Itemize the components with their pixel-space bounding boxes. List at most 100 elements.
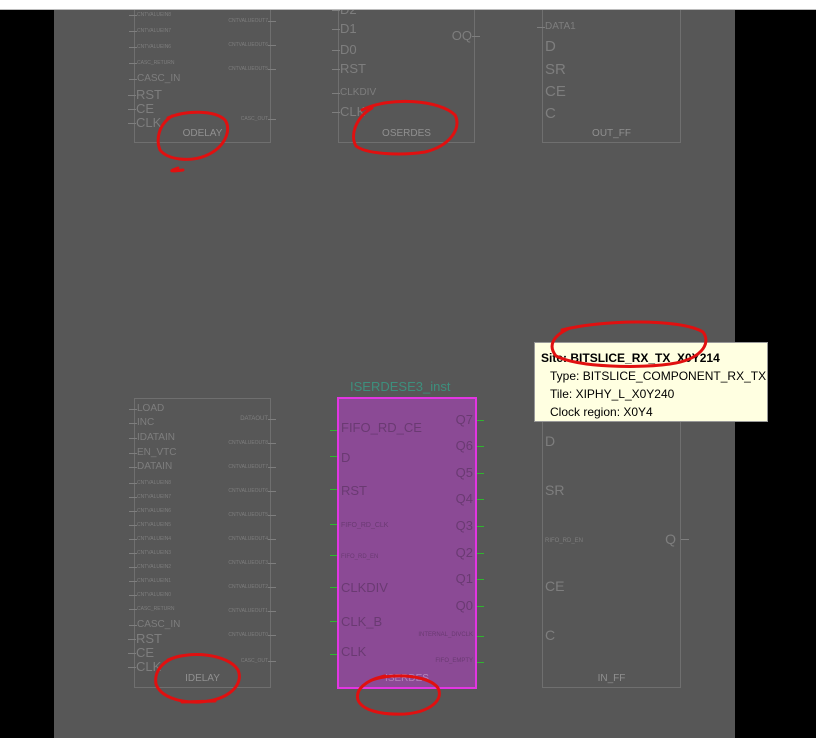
site-tooltip: Site: BITSLICE_RX_TX_X0Y214 Type: BITSLI… (534, 342, 768, 422)
pin-clkdiv[interactable]: CLKDIV (331, 87, 376, 99)
pin-fifo-empty[interactable]: FIFO_EMPTY (435, 657, 473, 665)
pin-rst[interactable]: RST (341, 484, 367, 498)
pin-q3[interactable]: Q3 (456, 519, 473, 533)
pin-ce[interactable]: CE (127, 102, 154, 116)
pin-cntvaluein8[interactable]: CNTVALUEIN8 (128, 479, 171, 487)
pin-rst[interactable]: RST (128, 88, 162, 102)
pin-clk-b[interactable]: CLK_B (341, 615, 382, 629)
pin-rifo-rd-en[interactable]: RIFO_RD_EN (545, 537, 583, 545)
pin-rst[interactable]: RST (128, 632, 162, 646)
tooltip-type-value: BITSLICE_COMPONENT_RX_TX (582, 369, 767, 383)
cell-name-label: ODELAY (182, 128, 223, 139)
pin-cntvalueout7[interactable]: CNTVALUEOUT7 (228, 463, 276, 471)
pin-q4[interactable]: Q4 (456, 492, 473, 506)
pin-d[interactable]: D (341, 451, 350, 465)
pin-d[interactable]: D (545, 39, 556, 54)
pin-sr[interactable]: SR (545, 62, 566, 77)
pin-fifo-rd-clk[interactable]: FIFO_RD_CLK (341, 522, 388, 530)
pin-en-vtc[interactable]: EN_VTC (128, 447, 176, 459)
pin-internal-divclk[interactable]: INTERNAL_DIVCLK (418, 631, 473, 639)
pin-cntvalueout6[interactable]: CNTVALUEOUT6 (228, 41, 276, 49)
pin-q7[interactable]: Q7 (456, 413, 473, 427)
pin-d1[interactable]: D1 (332, 22, 357, 36)
pin-cntvalueout7[interactable]: CNTVALUEOUT7 (228, 17, 276, 25)
pin-dataout[interactable]: DATAOUT (240, 415, 276, 423)
pin-cntvaluein3[interactable]: CNTVALUEIN3 (128, 549, 171, 557)
pin-ce[interactable]: CE (545, 84, 566, 99)
idelay-cell[interactable]: LOAD INC IDATAIN EN_VTC DATAIN CNTVALUEI… (127, 398, 277, 688)
iserdes-cell-selected[interactable]: FIFO_RD_CE D RST FIFO_RD_CLK FIFO_RD_EN … (337, 397, 477, 689)
out-ff-cell[interactable]: DATA1 D SR CE C OUT_FF (537, 10, 681, 143)
pin-rst[interactable]: RST (332, 62, 366, 76)
pin-cntvaluein7[interactable]: CNTVALUEIN7 (128, 27, 171, 35)
pin-clk[interactable]: CLK (341, 645, 366, 659)
pin-cntvalueout2[interactable]: CNTVALUEOUT2 (228, 583, 276, 591)
tooltip-tile-label: Tile: (550, 387, 573, 401)
pin-clk[interactable]: CLK (331, 105, 365, 119)
pin-cntvalueout0[interactable]: CNTVALUEOUT0 (228, 631, 276, 639)
pin-q6[interactable]: Q6 (456, 439, 473, 453)
pin-q2[interactable]: Q2 (456, 546, 473, 560)
pin-cntvalueout3[interactable]: CNTVALUEOUT3 (228, 559, 276, 567)
pin-cntvaluein8[interactable]: CNTVALUEIN8 (128, 11, 171, 19)
cell-name-label: OSERDES (382, 128, 431, 139)
cell-name-label: IDELAY (185, 673, 220, 684)
pin-q0[interactable]: Q0 (456, 599, 473, 613)
pin-datain[interactable]: DATAIN (128, 461, 172, 473)
pin-load[interactable]: LOAD (128, 403, 164, 415)
tooltip-tile-value: XIPHY_L_X0Y240 (575, 387, 675, 401)
pin-casc-out[interactable]: CASC_OUT (241, 115, 277, 123)
pin-casc-return[interactable]: CASC_RETURN (129, 605, 175, 613)
pin-cntvalueout5[interactable]: CNTVALUEOUT5 (228, 65, 276, 73)
tooltip-type-line: Type: BITSLICE_COMPONENT_RX_TX (541, 367, 767, 385)
cell-name-label: IN_FF (597, 673, 626, 684)
pin-clk[interactable]: CLK (127, 660, 161, 674)
pin-cntvaluein1[interactable]: CNTVALUEIN1 (128, 577, 171, 585)
pin-cntvalueout1[interactable]: CNTVALUEOUT1 (228, 607, 276, 615)
pin-idatain[interactable]: IDATAIN (129, 432, 175, 444)
pin-cntvalueout8[interactable]: CNTVALUEOUT8 (228, 439, 276, 447)
tooltip-clock-line: Clock region: X0Y4 (541, 403, 767, 421)
tooltip-site-line: Site: BITSLICE_RX_TX_X0Y214 (541, 349, 767, 367)
pin-cntvaluein4[interactable]: CNTVALUEIN4 (128, 535, 171, 543)
pin-cntvaluein6[interactable]: CNTVALUEIN6 (128, 507, 171, 515)
pin-cntvaluein5[interactable]: CNTVALUEIN5 (128, 521, 171, 529)
pin-cntvaluein0[interactable]: CNTVALUEIN0 (128, 591, 171, 599)
pin-clkdiv[interactable]: CLKDIV (341, 581, 388, 595)
pin-data1[interactable]: DATA1 (537, 21, 576, 33)
odelay-cell[interactable]: CNTVALUEIN8 CNTVALUEIN7 CNTVALUEIN6 CASC… (127, 10, 277, 143)
pin-d0[interactable]: D0 (332, 43, 357, 57)
cell-name-label: OUT_FF (592, 128, 631, 139)
pin-casc-return[interactable]: CASC_RETURN (129, 59, 175, 67)
pin-sr[interactable]: SR (545, 483, 564, 497)
pin-ce[interactable]: CE (545, 579, 564, 593)
pin-inc[interactable]: INC (128, 417, 154, 429)
pin-cntvaluein7[interactable]: CNTVALUEIN7 (128, 493, 171, 501)
pin-q5[interactable]: Q5 (456, 466, 473, 480)
pin-d[interactable]: D (545, 434, 555, 448)
pin-q[interactable]: Q (665, 532, 676, 546)
oserdes-cell[interactable]: D2 D1 D0 RST CLKDIV CLK OQ OSERDES (331, 10, 481, 143)
pin-c[interactable]: C (545, 628, 555, 642)
pin-fifo-rd-en[interactable]: FIFO_RD_EN (341, 553, 378, 561)
tooltip-site-label: Site: (541, 351, 568, 365)
in-ff-cell[interactable]: D SR RIFO_RD_EN CE C Q IN_FF (542, 398, 681, 688)
pin-cntvalueout4[interactable]: CNTVALUEOUT4 (228, 535, 276, 543)
pin-d2[interactable]: D2 (332, 10, 357, 17)
pin-ce[interactable]: CE (127, 646, 154, 660)
pin-casc-out[interactable]: CASC_OUT (241, 657, 277, 665)
pin-casc-in[interactable]: CASC_IN (128, 73, 180, 85)
tooltip-site-value: BITSLICE_RX_TX_X0Y214 (570, 351, 720, 365)
pin-cntvalueout6[interactable]: CNTVALUEOUT6 (228, 487, 276, 495)
tooltip-type-label: Type: (550, 369, 580, 383)
window-top-strip (0, 0, 816, 10)
pin-c[interactable]: C (545, 106, 556, 121)
pin-q1[interactable]: Q1 (456, 572, 473, 586)
pin-oq[interactable]: OQ (452, 29, 481, 43)
tooltip-tile-line: Tile: XIPHY_L_X0Y240 (541, 385, 767, 403)
pin-cntvaluein6[interactable]: CNTVALUEIN6 (128, 43, 171, 51)
pin-fifo-rd-ce[interactable]: FIFO_RD_CE (341, 421, 422, 435)
pin-casc-in[interactable]: CASC_IN (128, 619, 180, 631)
pin-cntvalueout5[interactable]: CNTVALUEOUT5 (228, 511, 276, 519)
pin-cntvaluein2[interactable]: CNTVALUEIN2 (128, 563, 171, 571)
